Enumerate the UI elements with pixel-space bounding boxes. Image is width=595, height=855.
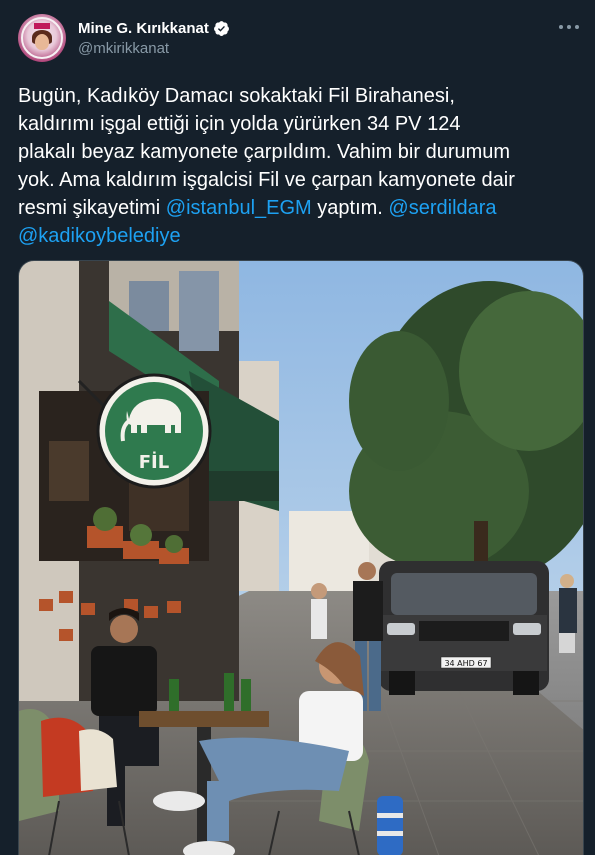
suv-vehicle: 34 AHD 67 — [379, 561, 549, 695]
more-options-icon[interactable] — [559, 20, 579, 34]
tweet: Mine G. Kırıkkanat @mkirikkanat Bugün, K… — [0, 0, 595, 855]
tweet-text-part: yaptım. — [311, 197, 389, 219]
mention-link[interactable]: @serdildara — [388, 197, 496, 219]
avatar-face — [35, 34, 49, 50]
author-avatar[interactable] — [18, 14, 66, 62]
svg-text:FİL: FİL — [139, 451, 169, 473]
tweet-photo[interactable]: FİL 34 AHD 67 — [18, 260, 584, 855]
author-display-name[interactable]: Mine G. Kırıkkanat — [78, 20, 209, 37]
mention-link[interactable]: @istanbul_EGM — [166, 197, 312, 219]
author-handle[interactable]: @mkirikkanat — [78, 40, 169, 57]
avatar-badge — [34, 23, 50, 29]
svg-text:34 AHD 67: 34 AHD 67 — [444, 659, 487, 668]
author-name-row[interactable]: Mine G. Kırıkkanat — [78, 19, 230, 37]
tweet-text: Bugün, Kadıköy Damacı sokaktaki Fil Bira… — [18, 82, 583, 250]
mention-link[interactable]: @kadikoybelediye — [18, 225, 181, 247]
verified-badge-icon — [213, 20, 229, 36]
street-scene-image: FİL 34 AHD 67 — [19, 261, 583, 855]
